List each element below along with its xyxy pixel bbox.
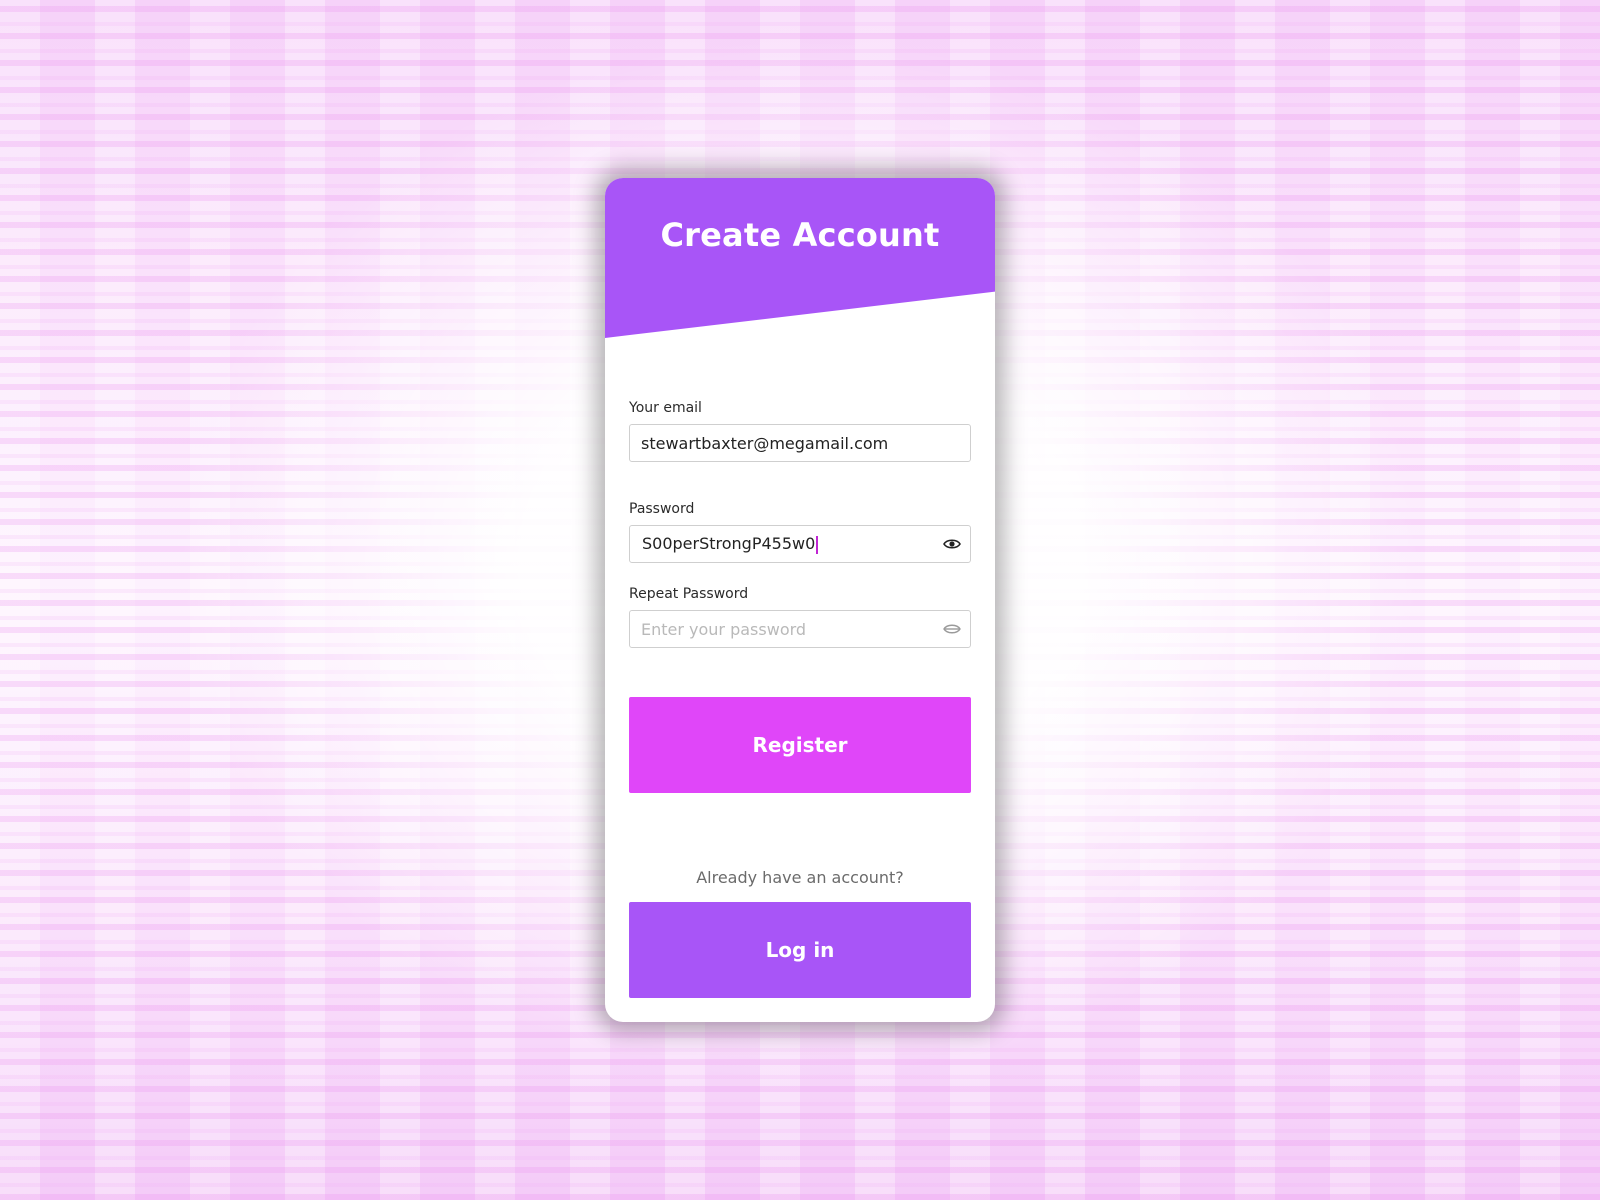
register-button[interactable]: Register bbox=[629, 697, 971, 793]
email-field[interactable] bbox=[629, 424, 971, 462]
create-account-card: Create Account Your email Password S00pe… bbox=[605, 178, 995, 1022]
repeat-password-input[interactable] bbox=[630, 611, 970, 647]
login-button[interactable]: Log in bbox=[629, 902, 971, 998]
card-header bbox=[605, 178, 995, 338]
eye-closed-icon[interactable] bbox=[942, 620, 962, 638]
page-title: Create Account bbox=[660, 216, 940, 254]
repeat-password-label: Repeat Password bbox=[629, 586, 749, 602]
password-value[interactable]: S00perStrongP455w0 bbox=[642, 534, 815, 553]
email-input[interactable] bbox=[630, 425, 970, 461]
password-value-wrap[interactable]: S00perStrongP455w0 bbox=[642, 526, 819, 562]
email-label: Your email bbox=[629, 400, 702, 416]
eye-icon[interactable] bbox=[942, 535, 962, 553]
text-cursor bbox=[816, 535, 819, 554]
password-label: Password bbox=[629, 501, 695, 517]
already-have-account-text: Already have an account? bbox=[696, 868, 904, 887]
password-field[interactable]: S00perStrongP455w0 bbox=[629, 525, 971, 563]
repeat-password-field[interactable] bbox=[629, 610, 971, 648]
